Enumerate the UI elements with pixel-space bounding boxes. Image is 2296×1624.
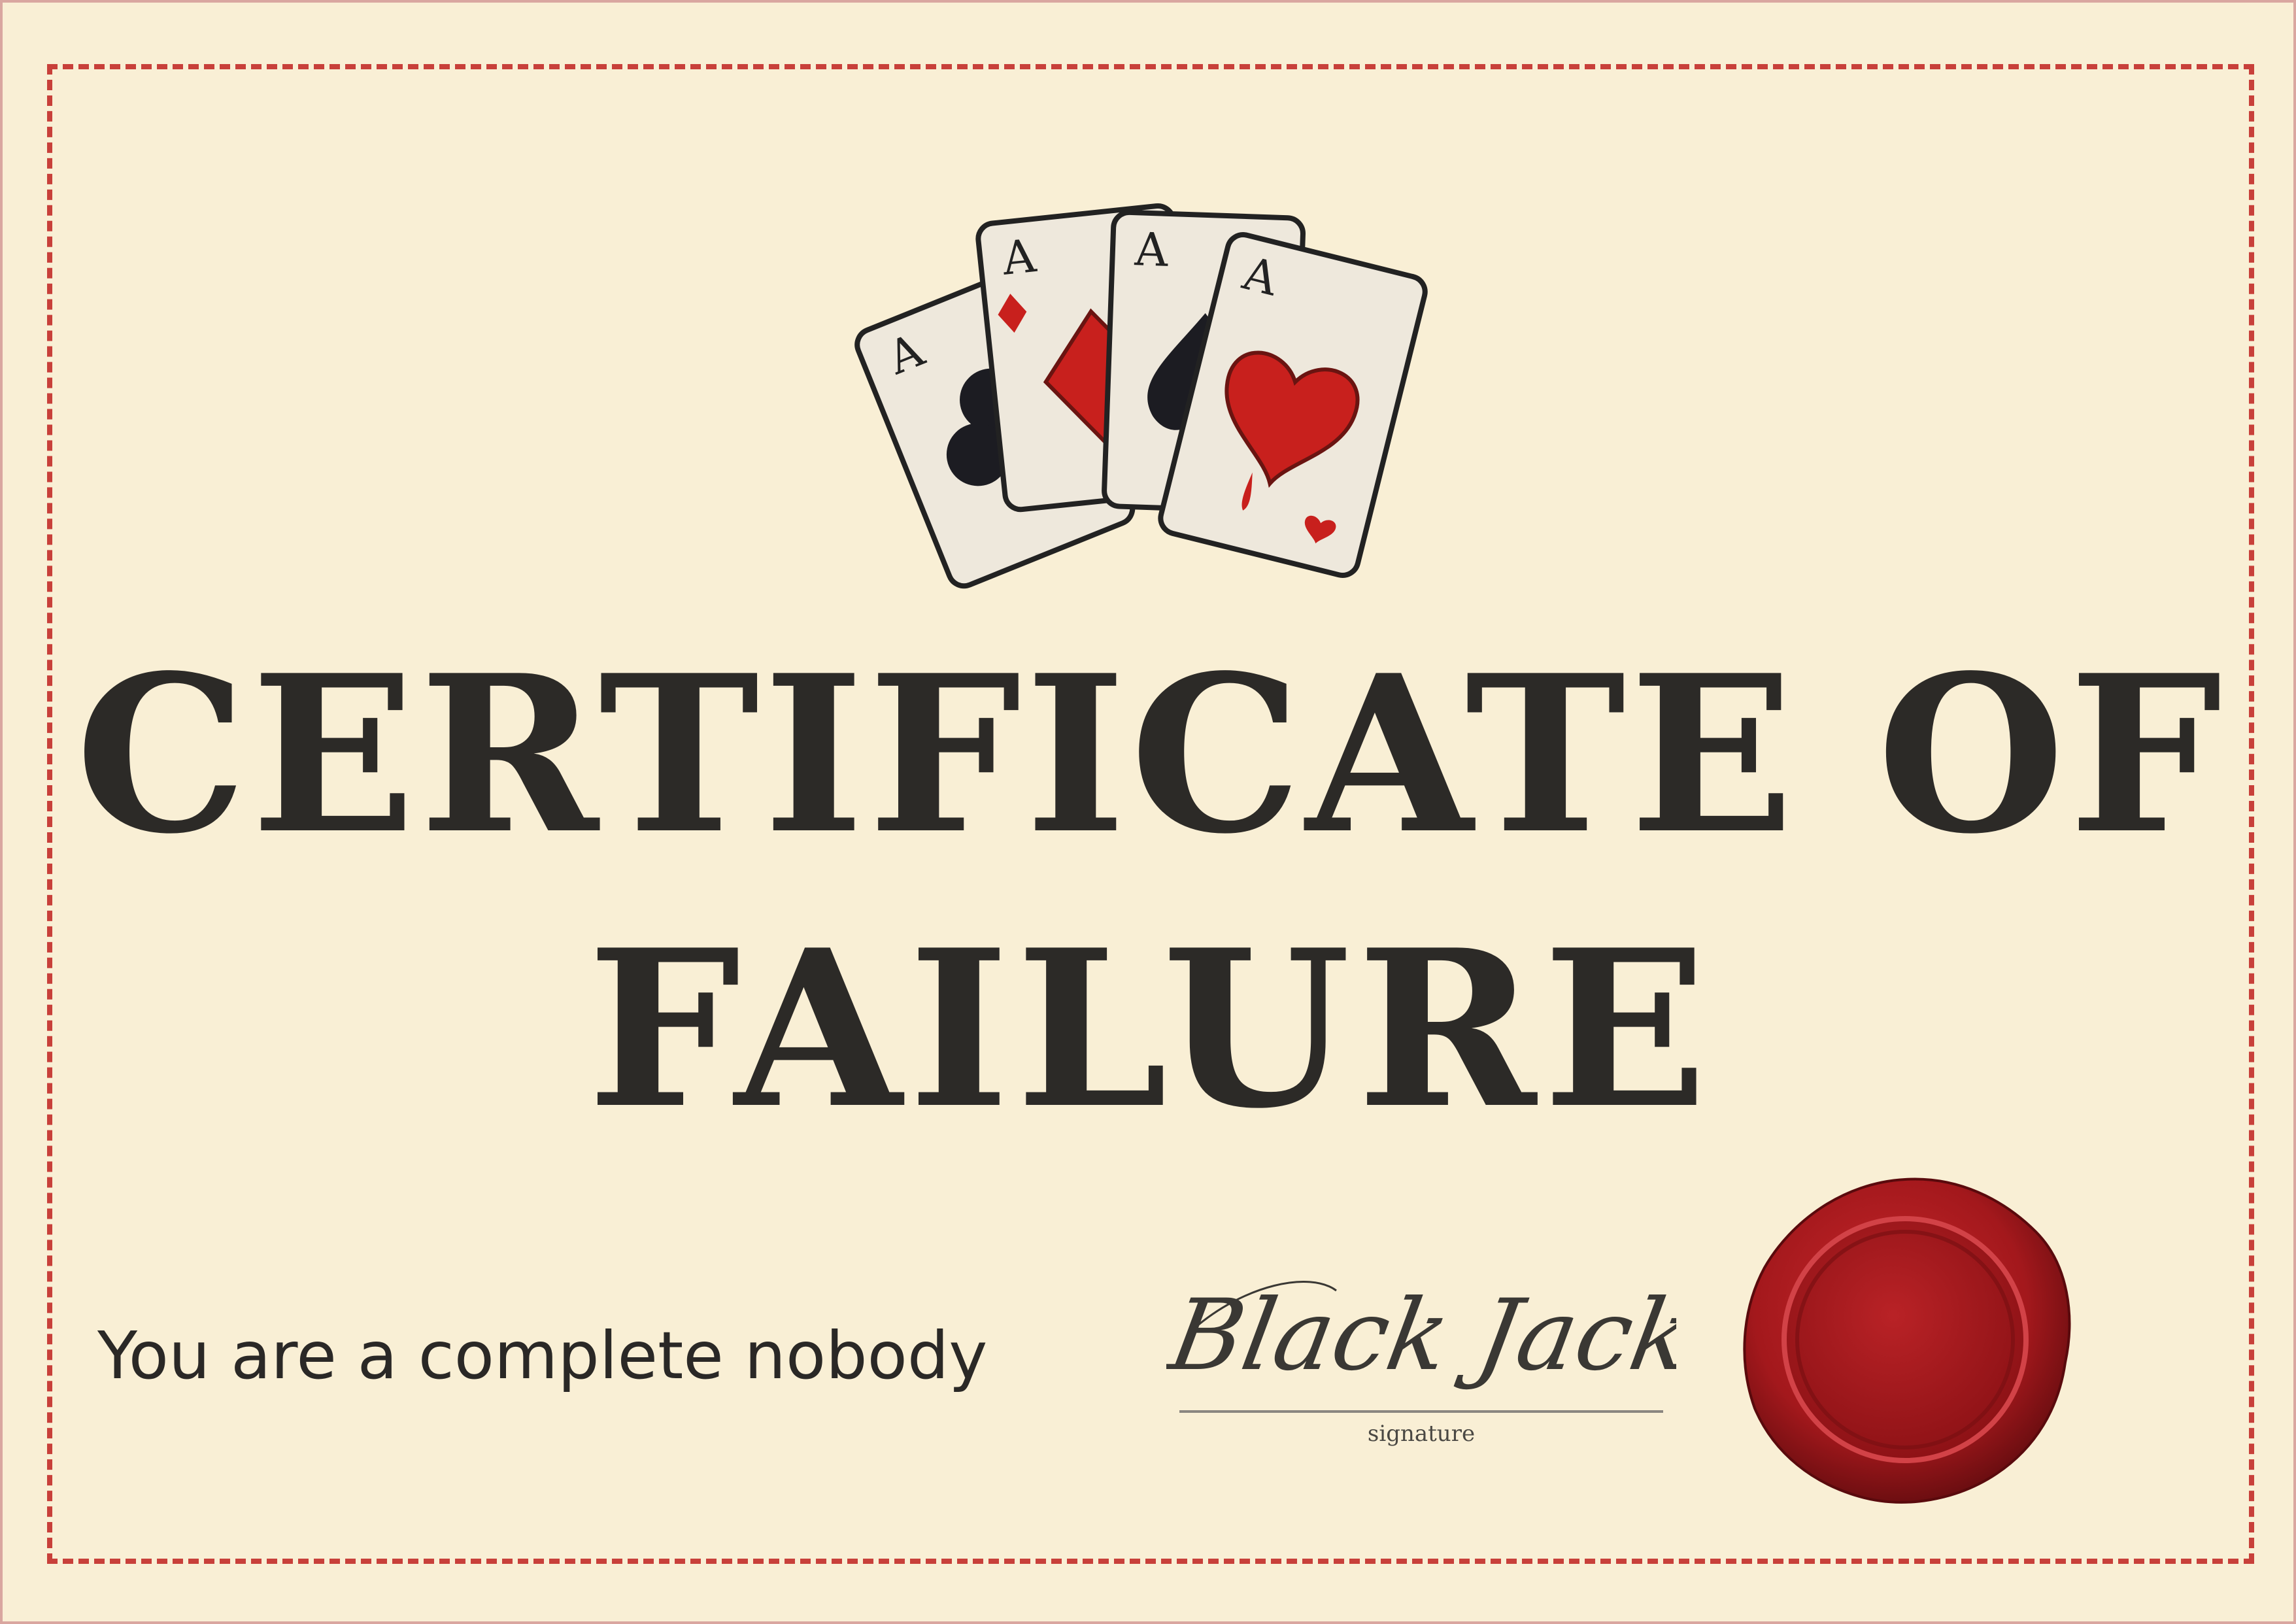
card-rank: A: [1134, 222, 1170, 277]
certificate-title-line-2: FAILURE: [587, 902, 1714, 1156]
certificate-title-line-1: CERTIFICATE OF: [75, 628, 2226, 881]
wax-seal: [1743, 1177, 2071, 1504]
signature-block: Black Jack signature: [1166, 1278, 1676, 1447]
signature-name: Black Jack: [1166, 1278, 1676, 1393]
ace-cards-illustration: A A A A: [854, 203, 1428, 589]
card-rank: A: [999, 229, 1039, 286]
certificate-page: A A A A CERTIFICATE OF FAILURE You are a…: [0, 0, 2296, 1624]
certificate-message: You are a complete nobody: [97, 1317, 988, 1394]
signature-caption: signature: [1368, 1421, 1475, 1447]
